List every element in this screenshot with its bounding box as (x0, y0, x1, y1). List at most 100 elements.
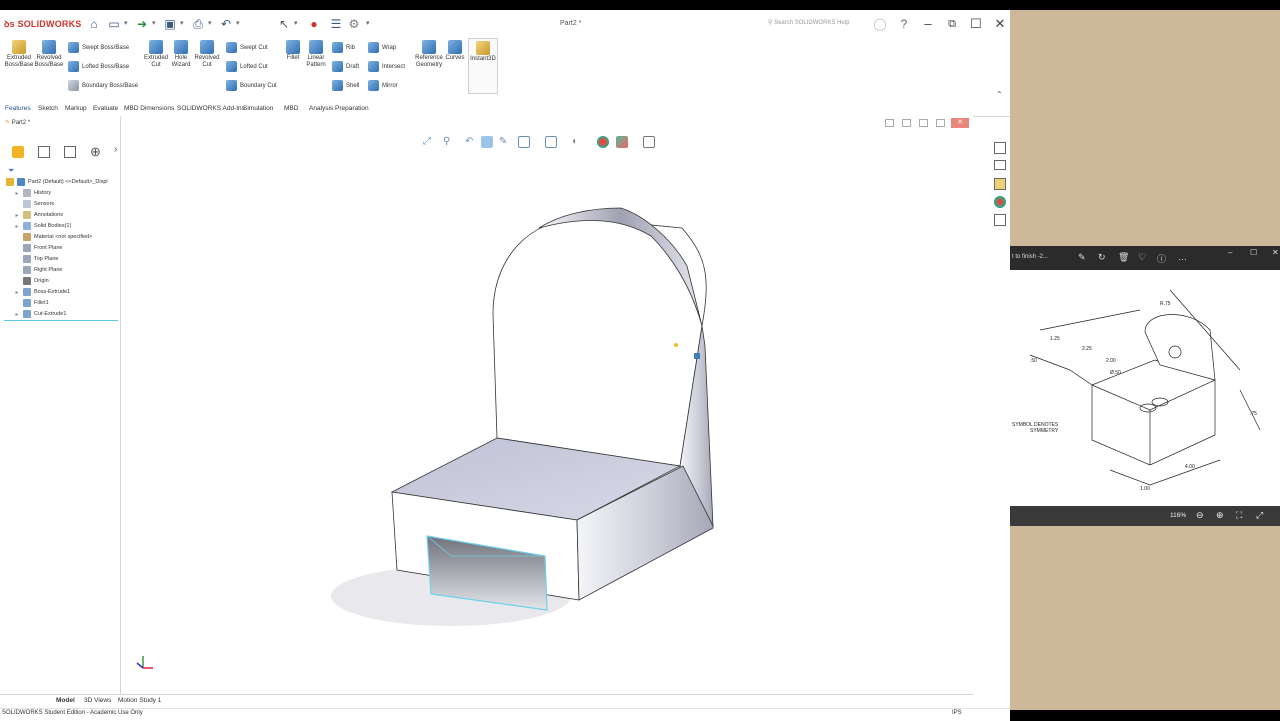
chevron-down-icon[interactable]: ▾ (180, 19, 184, 27)
zoom-in-icon[interactable]: ⊕ (1216, 510, 1224, 521)
tab-3d-views[interactable]: 3D Views (84, 697, 111, 704)
feature-manager-tab-icon[interactable] (12, 146, 24, 158)
design-library-icon[interactable] (994, 160, 1006, 170)
favorite-icon[interactable]: ♡ (1138, 252, 1146, 263)
rebuild-icon[interactable]: ● (306, 16, 322, 32)
revolved-boss-button[interactable]: Revolved Boss/Base (34, 40, 64, 68)
intersect-button[interactable]: Intersect (368, 61, 405, 72)
custom-properties-icon[interactable] (994, 214, 1006, 226)
chevron-down-icon[interactable]: ▾ (366, 19, 370, 27)
minimize-button[interactable]: – (918, 15, 938, 33)
tab-mbd[interactable]: MBD (284, 105, 298, 112)
new-file-icon[interactable]: ▭ (106, 16, 122, 32)
pdf-minimize-button[interactable]: – (1228, 248, 1232, 257)
lofted-boss-button[interactable]: Lofted Boss/Base (68, 61, 129, 72)
tree-item[interactable]: Top Plane (14, 255, 58, 263)
chevron-down-icon[interactable]: ▾ (124, 19, 128, 27)
chevron-down-icon[interactable]: ▾ (152, 19, 156, 27)
extruded-boss-button[interactable]: Extruded Boss/Base (4, 40, 34, 68)
tree-item[interactable]: Front Plane (14, 244, 62, 252)
lofted-cut-button[interactable]: Lofted Cut (226, 61, 268, 72)
open-icon[interactable]: ➜ (134, 16, 150, 32)
expand-icon[interactable]: ▸ (14, 311, 20, 318)
fullscreen-icon[interactable]: ⤢ (1256, 510, 1263, 521)
tab-mbd-dimensions[interactable]: MBD Dimensions (124, 105, 174, 112)
restore-button[interactable]: ⧉ (942, 15, 962, 33)
more-tabs-icon[interactable]: › (114, 144, 117, 155)
expand-icon[interactable]: ▸ (14, 223, 20, 230)
chevron-down-icon[interactable]: ▾ (294, 19, 298, 27)
curves-button[interactable]: Curves (444, 40, 466, 62)
boundary-boss-button[interactable]: Boundary Boss/Base (68, 80, 138, 91)
more-icon[interactable]: … (1178, 252, 1187, 262)
tree-item[interactable]: Origin (14, 277, 49, 285)
graphics-viewport[interactable]: ⤢ ⚲ ↶ ✎ ◖ ✕ (121, 116, 973, 694)
fit-page-icon[interactable]: ⛶ (1236, 510, 1242, 521)
help-icon[interactable]: ? (896, 16, 912, 32)
swept-cut-button[interactable]: Swept Cut (226, 42, 268, 53)
dimxpert-tab-icon[interactable]: ⊕ (90, 144, 101, 160)
tab-model[interactable]: Model (56, 697, 75, 704)
tab-motion-study[interactable]: Motion Study 1 (118, 697, 161, 704)
select-cursor-icon[interactable]: ↖ (276, 16, 292, 32)
edit-icon[interactable]: ✎ (1078, 252, 1086, 263)
user-icon[interactable]: ◯ (872, 16, 888, 32)
tree-item[interactable]: Material <not specified> (14, 233, 92, 241)
tab-simulation[interactable]: Simulation (243, 105, 273, 112)
mirror-button[interactable]: Mirror (368, 80, 398, 91)
fillet-button[interactable]: Fillet (282, 40, 304, 62)
rollback-bar[interactable] (4, 320, 118, 321)
help-search-input[interactable]: ⚲ Search SOLIDWORKS Help (768, 19, 849, 26)
appearances-icon[interactable] (994, 196, 1006, 208)
pdf-maximize-button[interactable]: ☐ (1250, 248, 1257, 257)
wrap-button[interactable]: Wrap (368, 42, 396, 53)
save-icon[interactable]: ▣ (162, 16, 178, 32)
chevron-down-icon[interactable]: ▾ (236, 19, 240, 27)
reference-geometry-button[interactable]: Reference Geometry (413, 40, 445, 68)
tree-item[interactable]: ▸ Solid Bodies(1) (14, 222, 71, 230)
print-icon[interactable]: ⎙ (190, 16, 206, 32)
tree-root-part[interactable]: Part2 (Default) <<Default>_Displ (6, 178, 108, 186)
info-icon[interactable]: ⓘ (1157, 252, 1166, 265)
expand-icon[interactable]: ▸ (14, 190, 20, 197)
collapse-ribbon-icon[interactable]: ⌃ (996, 90, 1003, 99)
pdf-close-button[interactable]: ✕ (1272, 248, 1279, 257)
chevron-down-icon[interactable]: ▾ (208, 19, 212, 27)
filter-icon[interactable]: ⏷ (8, 166, 14, 176)
document-tab[interactable]: ✎ Part2 * (5, 119, 30, 126)
tab-markup[interactable]: Markup (65, 105, 87, 112)
home-icon[interactable]: ⌂ (86, 16, 102, 32)
expand-icon[interactable]: ▸ (14, 289, 20, 296)
rotate-icon[interactable]: ↻ (1098, 252, 1106, 263)
configuration-manager-tab-icon[interactable] (64, 146, 76, 158)
tree-item[interactable]: ▸ Cut-Extrude1 (14, 310, 66, 318)
tree-item[interactable]: ▸ Boss-Extrude1 (14, 288, 70, 296)
tree-item[interactable]: ▸ History (14, 189, 51, 197)
tree-item[interactable]: ▸ Annotations (14, 211, 63, 219)
shell-button[interactable]: Shell (332, 80, 359, 91)
draft-button[interactable]: Draft (332, 61, 359, 72)
maximize-button[interactable]: ☐ (966, 15, 986, 33)
zoom-out-icon[interactable]: ⊖ (1196, 510, 1204, 521)
part-3d-model[interactable] (121, 116, 973, 694)
delete-icon[interactable]: 🗑 (1118, 252, 1129, 263)
expand-icon[interactable]: ▸ (14, 212, 20, 219)
options-gear-icon[interactable]: ⚙ (346, 16, 362, 32)
tree-item[interactable]: Right Plane (14, 266, 62, 274)
linear-pattern-button[interactable]: Linear Pattern (304, 40, 328, 68)
hole-wizard-button[interactable]: Hole Wizard (167, 40, 195, 68)
undo-icon[interactable]: ↶ (218, 16, 234, 32)
instant3d-button[interactable]: Instant3D (468, 38, 498, 94)
units-indicator[interactable]: IPS (952, 710, 962, 716)
tab-sketch[interactable]: Sketch (38, 105, 58, 112)
tab-analysis-preparation[interactable]: Analysis Preparation (309, 105, 369, 112)
boundary-cut-button[interactable]: Boundary Cut (226, 80, 277, 91)
file-properties-icon[interactable]: ☰ (328, 16, 344, 32)
tab-evaluate[interactable]: Evaluate (93, 105, 118, 112)
close-button[interactable]: ✕ (990, 15, 1010, 33)
solidworks-resources-icon[interactable] (994, 142, 1006, 154)
rib-button[interactable]: Rib (332, 42, 355, 53)
tree-item[interactable]: Sensors (14, 200, 54, 208)
revolved-cut-button[interactable]: Revolved Cut (193, 40, 221, 68)
swept-boss-button[interactable]: Swept Boss/Base (68, 42, 129, 53)
